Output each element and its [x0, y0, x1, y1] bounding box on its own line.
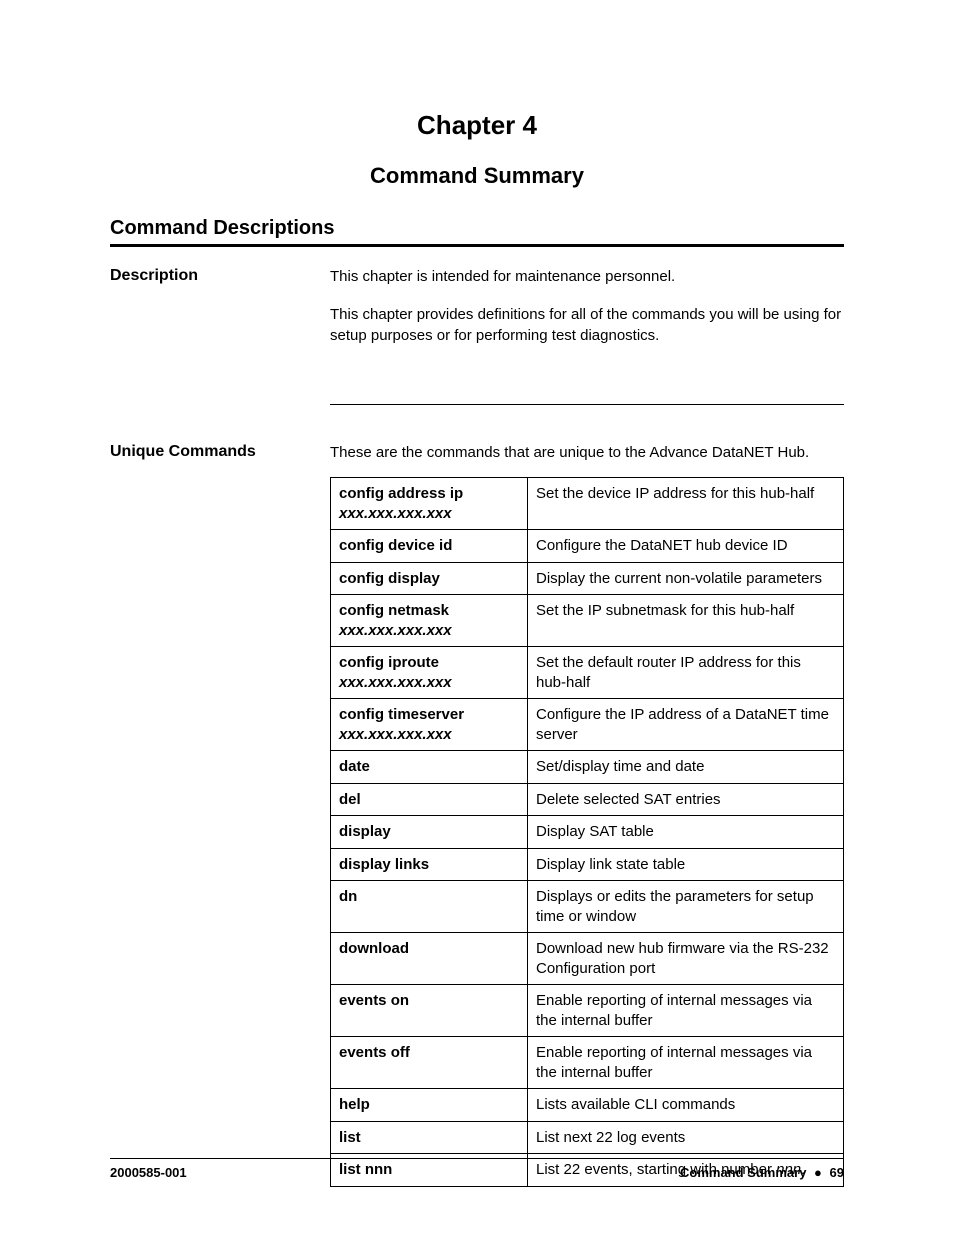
- table-row: events offEnable reporting of internal m…: [331, 1037, 844, 1089]
- description-content: This chapter is intended for maintenance…: [330, 267, 844, 364]
- command-cell: download: [331, 933, 528, 985]
- description-cell: Displays or edits the parameters for set…: [528, 881, 844, 933]
- content-rule: [330, 404, 844, 405]
- description-p2: This chapter provides definitions for al…: [330, 305, 844, 346]
- table-row: config netmaskxxx.xxx.xxx.xxxSet the IP …: [331, 595, 844, 647]
- chapter-number: Chapter 4: [110, 110, 844, 141]
- command-cell: help: [331, 1089, 528, 1122]
- footer-right: Command Summary ● 69: [680, 1165, 844, 1180]
- description-cell: Set/display time and date: [528, 751, 844, 784]
- command-cell: del: [331, 783, 528, 816]
- command-cell: display links: [331, 848, 528, 881]
- description-label: Description: [110, 267, 330, 364]
- description-cell: Enable reporting of internal messages vi…: [528, 985, 844, 1037]
- table-row: config iproutexxx.xxx.xxx.xxxSet the def…: [331, 647, 844, 699]
- table-row: dateSet/display time and date: [331, 751, 844, 784]
- description-cell: Enable reporting of internal messages vi…: [528, 1037, 844, 1089]
- table-row: dnDisplays or edits the parameters for s…: [331, 881, 844, 933]
- command-cell: config display: [331, 562, 528, 595]
- table-row: config device idConfigure the DataNET hu…: [331, 530, 844, 563]
- command-cell: events off: [331, 1037, 528, 1089]
- footer-page: 69: [830, 1165, 844, 1180]
- description-cell: Set the device IP address for this hub-h…: [528, 478, 844, 530]
- command-cell: config address ipxxx.xxx.xxx.xxx: [331, 478, 528, 530]
- table-row: listList next 22 log events: [331, 1121, 844, 1154]
- table-row: config timeserverxxx.xxx.xxx.xxxConfigur…: [331, 699, 844, 751]
- table-row: config displayDisplay the current non-vo…: [331, 562, 844, 595]
- description-cell: Display SAT table: [528, 816, 844, 849]
- command-cell: dn: [331, 881, 528, 933]
- command-cell: config iproutexxx.xxx.xxx.xxx: [331, 647, 528, 699]
- table-row: config address ipxxx.xxx.xxx.xxxSet the …: [331, 478, 844, 530]
- unique-commands-block: Unique Commands These are the commands t…: [110, 443, 844, 1187]
- footer-doc-number: 2000585-001: [110, 1165, 187, 1180]
- description-cell: Configure the IP address of a DataNET ti…: [528, 699, 844, 751]
- page: Chapter 4 Command Summary Command Descri…: [0, 0, 954, 1235]
- footer-section: Command Summary: [680, 1165, 806, 1180]
- command-cell: display: [331, 816, 528, 849]
- description-cell: Set the IP subnetmask for this hub-half: [528, 595, 844, 647]
- table-row: displayDisplay SAT table: [331, 816, 844, 849]
- command-cell: config device id: [331, 530, 528, 563]
- description-cell: Download new hub firmware via the RS-232…: [528, 933, 844, 985]
- commands-table: config address ipxxx.xxx.xxx.xxxSet the …: [330, 477, 844, 1187]
- chapter-title: Command Summary: [110, 163, 844, 189]
- command-cell: config netmaskxxx.xxx.xxx.xxx: [331, 595, 528, 647]
- command-cell: events on: [331, 985, 528, 1037]
- unique-separator-block: [110, 384, 844, 423]
- unique-commands-content: These are the commands that are unique t…: [330, 443, 844, 1187]
- table-row: delDelete selected SAT entries: [331, 783, 844, 816]
- command-cell: date: [331, 751, 528, 784]
- table-row: display linksDisplay link state table: [331, 848, 844, 881]
- table-row: events onEnable reporting of internal me…: [331, 985, 844, 1037]
- description-cell: Display the current non-volatile paramet…: [528, 562, 844, 595]
- description-cell: Display link state table: [528, 848, 844, 881]
- description-cell: Delete selected SAT entries: [528, 783, 844, 816]
- table-row: helpLists available CLI commands: [331, 1089, 844, 1122]
- description-cell: Lists available CLI commands: [528, 1089, 844, 1122]
- footer-bullet: ●: [810, 1165, 826, 1180]
- command-cell: list: [331, 1121, 528, 1154]
- description-p1: This chapter is intended for maintenance…: [330, 267, 844, 287]
- section-rule: [110, 244, 844, 247]
- table-row: downloadDownload new hub firmware via th…: [331, 933, 844, 985]
- unique-commands-label: Unique Commands: [110, 443, 330, 1187]
- description-block: Description This chapter is intended for…: [110, 267, 844, 364]
- description-cell: Configure the DataNET hub device ID: [528, 530, 844, 563]
- section-heading: Command Descriptions: [110, 217, 844, 240]
- unique-commands-intro: These are the commands that are unique t…: [330, 443, 844, 463]
- description-cell: Set the default router IP address for th…: [528, 647, 844, 699]
- description-cell: List next 22 log events: [528, 1121, 844, 1154]
- page-footer: 2000585-001 Command Summary ● 69: [110, 1158, 844, 1180]
- command-cell: config timeserverxxx.xxx.xxx.xxx: [331, 699, 528, 751]
